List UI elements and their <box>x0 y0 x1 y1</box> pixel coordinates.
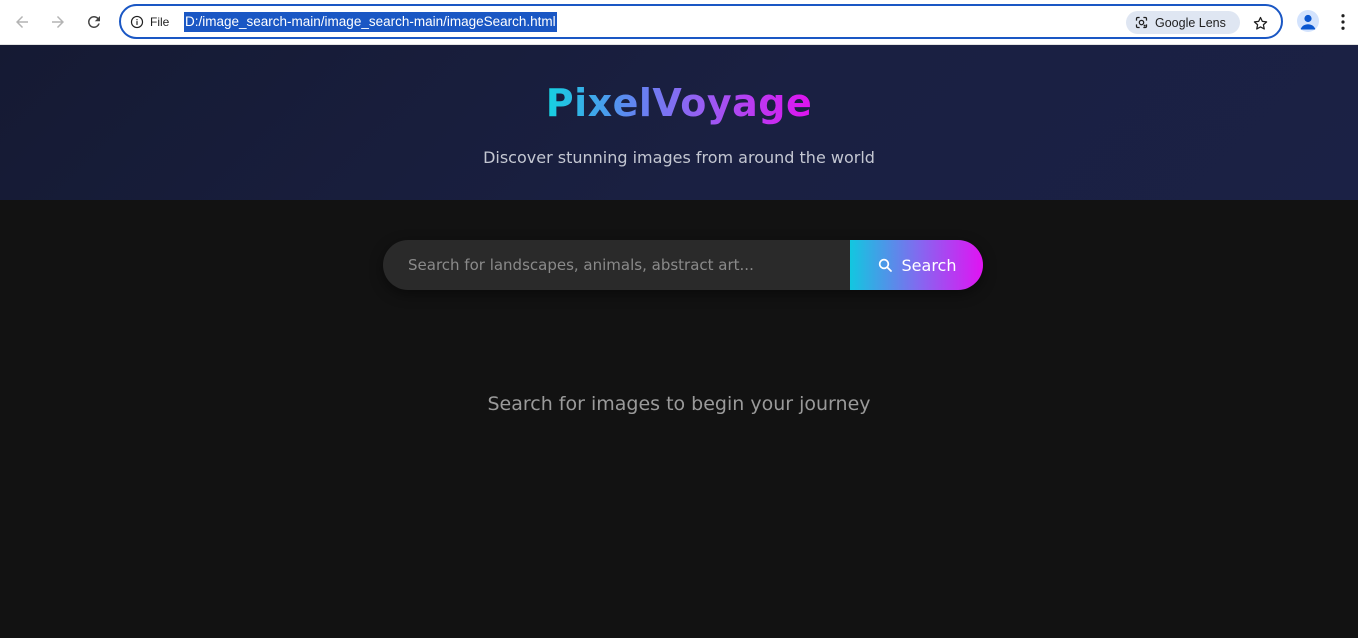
site-info-chip[interactable]: File <box>130 12 169 32</box>
empty-results-message: Search for images to begin your journey <box>487 393 871 415</box>
browser-menu-button[interactable] <box>1333 10 1353 34</box>
search-bar: Search <box>383 240 983 290</box>
site-logo: PixelVoyage <box>0 81 1358 125</box>
browser-toolbar: File D:/image_search-main/image_search-m… <box>0 0 1358 45</box>
logo-text: PixelVoyage <box>545 81 813 125</box>
kebab-menu-icon <box>1341 14 1345 30</box>
profile-icon <box>1300 14 1316 30</box>
star-icon <box>1253 16 1267 30</box>
arrow-left-icon <box>16 16 28 28</box>
info-icon <box>130 15 144 29</box>
profile-button[interactable] <box>1297 10 1319 32</box>
reload-icon <box>87 15 100 28</box>
google-lens-label: Google Lens <box>1155 15 1226 30</box>
address-bar[interactable]: File D:/image_search-main/image_search-m… <box>119 4 1283 39</box>
tagline: Discover stunning images from around the… <box>483 148 875 167</box>
search-button[interactable]: Search <box>850 240 983 290</box>
reload-button[interactable] <box>80 8 108 36</box>
search-input[interactable] <box>383 240 850 290</box>
forward-button[interactable] <box>44 8 72 36</box>
site-info-label: File <box>150 15 170 29</box>
search-button-label: Search <box>901 255 957 275</box>
google-lens-icon <box>1135 16 1148 29</box>
bookmark-button[interactable] <box>1248 11 1272 35</box>
google-lens-button[interactable]: Google Lens <box>1126 11 1240 34</box>
search-icon <box>878 258 892 272</box>
arrow-right-icon <box>52 16 64 28</box>
back-button[interactable] <box>8 8 36 36</box>
page-header: PixelVoyage Discover stunning images fro… <box>0 45 1358 200</box>
url-text[interactable]: D:/image_search-main/image_search-main/i… <box>184 12 557 32</box>
